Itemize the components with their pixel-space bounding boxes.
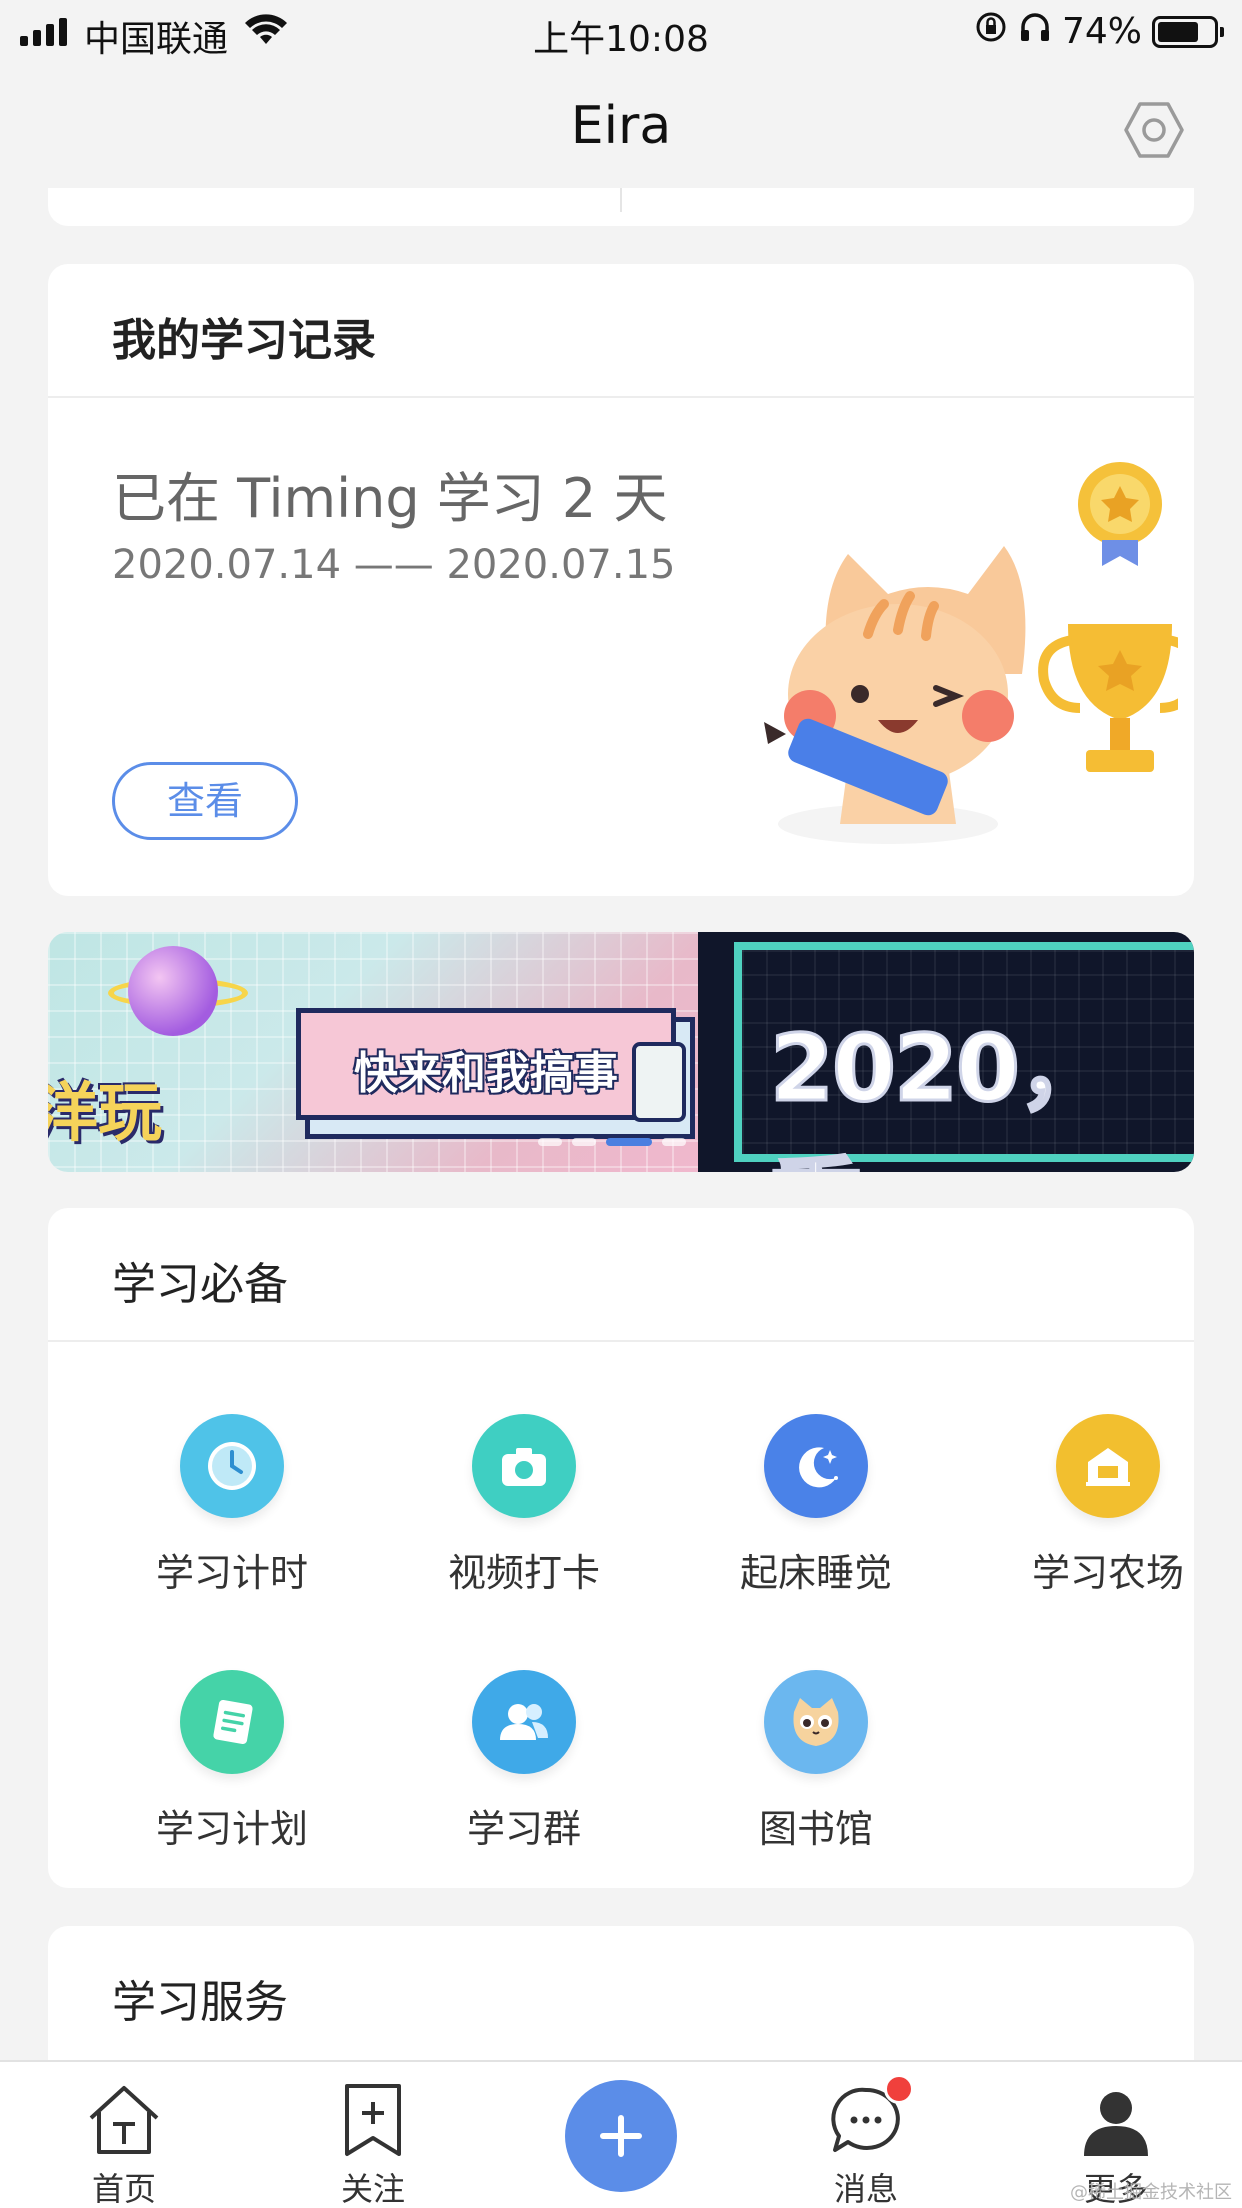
tool-study-plan[interactable]: 学习计划 — [122, 1670, 342, 1853]
trophy-icon — [1038, 624, 1178, 772]
medal-icon — [1078, 462, 1162, 566]
tool-label: 学习计划 — [155, 1807, 308, 1851]
tool-study-group[interactable]: 学习群 — [414, 1670, 634, 1853]
services-title: 学习服务 — [112, 1977, 288, 2028]
banner-left-text: 洋玩 — [48, 1077, 162, 1151]
headphones-icon — [1018, 10, 1052, 53]
study-services-card: 学习服务 — [48, 1926, 1194, 2066]
cat-trophy-illustration — [764, 462, 1178, 844]
profile-card-remnant — [48, 188, 1194, 226]
cat-mascot-icon — [764, 546, 1026, 844]
cat-icon — [764, 1670, 868, 1774]
tab-home[interactable]: 首页 — [44, 2080, 204, 2208]
tool-study-timer[interactable]: 学习计时 — [122, 1414, 342, 1597]
clock-icon — [180, 1414, 284, 1518]
camera-icon — [472, 1414, 576, 1518]
status-bar: 中国联通 上午10:08 74% — [0, 0, 1242, 62]
tool-label: 学习计时 — [155, 1551, 308, 1595]
create-button[interactable] — [565, 2080, 677, 2192]
plan-notes-icon — [180, 1670, 284, 1774]
battery-percent: 74% — [1061, 11, 1142, 52]
message-icon — [786, 2080, 946, 2158]
hexagon-settings-icon — [1124, 102, 1184, 158]
study-date-range: 2020.07.14 —— 2020.07.15 — [112, 542, 676, 588]
pagination-dot — [572, 1138, 596, 1146]
tab-messages[interactable]: 消息 — [786, 2074, 946, 2208]
pagination-dot — [662, 1138, 686, 1146]
watermark: @稀土掘金技术社区 — [1070, 2182, 1232, 2203]
moon-icon — [764, 1414, 868, 1518]
planet-icon — [128, 946, 218, 1036]
tool-label: 学习群 — [466, 1807, 581, 1851]
study-record-card: 我的学习记录 已在 Timing 学习 2 天 2020.07.14 —— 20… — [48, 264, 1194, 896]
nav-bar: Eira — [0, 62, 1242, 192]
farm-house-icon — [1056, 1414, 1160, 1518]
study-essentials-card: 学习必备 学习计时 视频打卡 起床睡觉 学习农场 学习计划 学习群 图书馆 — [48, 1208, 1194, 1888]
home-icon — [44, 2080, 204, 2158]
tool-wake-sleep[interactable]: 起床睡觉 — [706, 1414, 926, 1597]
plus-icon — [600, 2115, 642, 2157]
tool-label: 视频打卡 — [447, 1551, 600, 1595]
essentials-title: 学习必备 — [112, 1259, 288, 1310]
view-record-button[interactable]: 查看 — [112, 762, 298, 840]
tab-bar: 首页 关注 消息 更多 @稀土掘金技术社区 — [0, 2060, 1242, 2208]
unread-badge — [884, 2074, 914, 2104]
divider — [620, 188, 622, 212]
group-icon — [472, 1670, 576, 1774]
promo-banner[interactable]: 洋玩 快来和我搞事 2020，重 — [48, 932, 1194, 1172]
banner-pagination — [538, 1138, 686, 1146]
pagination-dot — [538, 1138, 562, 1146]
tab-label: 首页 — [91, 2170, 156, 2208]
banner-slide-left: 洋玩 快来和我搞事 — [48, 932, 698, 1172]
tool-video-checkin[interactable]: 视频打卡 — [414, 1414, 634, 1597]
battery-icon — [1152, 15, 1224, 48]
tool-label: 学习农场 — [1031, 1551, 1184, 1595]
page-title: Eira — [570, 96, 672, 156]
gameboy-icon — [632, 1042, 686, 1122]
tab-follow[interactable]: 关注 — [293, 2080, 453, 2208]
study-record-title: 我的学习记录 — [112, 315, 376, 366]
user-icon — [1036, 2080, 1196, 2158]
tool-study-farm[interactable]: 学习农场 — [998, 1414, 1218, 1597]
study-days-headline: 已在 Timing 学习 2 天 — [112, 467, 668, 530]
tool-library[interactable]: 图书馆 — [706, 1670, 926, 1853]
tool-label: 起床睡觉 — [739, 1551, 892, 1595]
tab-label: 消息 — [833, 2170, 898, 2208]
bookmark-icon — [293, 2080, 453, 2158]
divider — [48, 396, 1194, 398]
tool-label: 图书馆 — [758, 1807, 873, 1851]
settings-button[interactable] — [1122, 98, 1186, 162]
banner-slide-right: 2020，重 — [698, 932, 1194, 1172]
tab-label: 关注 — [340, 2170, 405, 2208]
divider — [48, 1340, 1194, 1342]
rotation-lock-icon — [974, 10, 1008, 53]
banner-slogan: 快来和我搞事 — [354, 1048, 618, 1099]
banner-slogan-box: 快来和我搞事 — [296, 1008, 676, 1120]
pagination-dot-active — [606, 1138, 652, 1146]
banner-right-text: 2020，重 — [769, 1014, 1112, 1173]
